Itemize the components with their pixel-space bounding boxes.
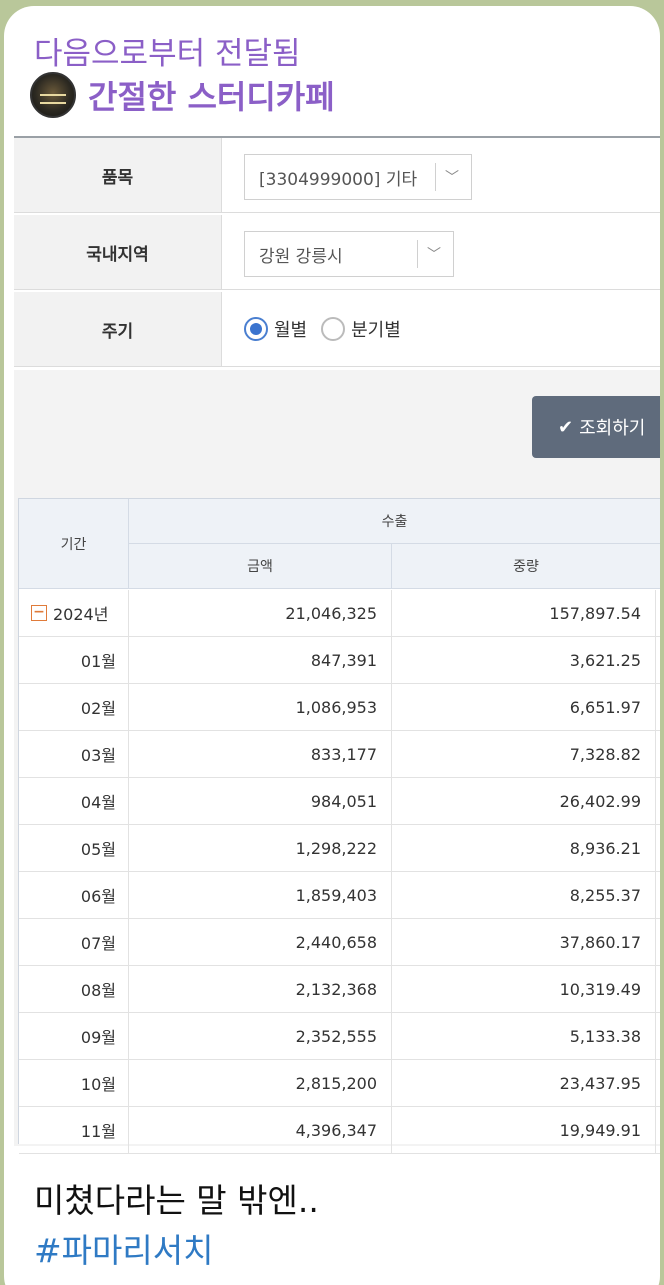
channel-name[interactable]: 간절한 스터디카페	[88, 72, 335, 118]
table-row: 11월 4,396,347 19,949.91	[19, 1107, 660, 1154]
chevron-down-icon: ﹀	[445, 170, 459, 186]
weight-cell: 23,437.95	[392, 1060, 656, 1106]
search-button[interactable]: ✔ 조회하기	[532, 396, 660, 458]
period-cell: 09월	[19, 1013, 129, 1059]
period-cell: 03월	[19, 731, 129, 777]
form-row-region: 국내지역 강원 강릉시 ﹀	[14, 215, 660, 290]
weight-cell: 5,133.38	[392, 1013, 656, 1059]
weight-cell: 8,255.37	[392, 872, 656, 918]
check-icon: ✔	[558, 416, 574, 438]
collapse-icon[interactable]: −	[31, 605, 47, 621]
amount-cell: 4,396,347	[129, 1107, 392, 1153]
table-row: 08월 2,132,368 10,319.49	[19, 966, 660, 1013]
period-text: 01월	[80, 652, 116, 671]
amount-cell: 2,132,368	[129, 966, 392, 1012]
amount-cell: 2,440,658	[129, 919, 392, 965]
period-text: 10월	[80, 1075, 116, 1094]
item-label: 품목	[14, 138, 222, 212]
table-row-year: −2024년 21,046,325 157,897.54	[19, 590, 660, 637]
region-label: 국내지역	[14, 215, 222, 289]
amount-cell: 847,391	[129, 637, 392, 683]
table-row: 06월 1,859,403 8,255.37	[19, 872, 660, 919]
region-select-value: 강원 강릉시	[259, 246, 343, 267]
amount-cell: 21,046,325	[129, 590, 392, 636]
table-row: 05월 1,298,222 8,936.21	[19, 825, 660, 872]
radio-quarterly-label: 분기별	[351, 320, 401, 341]
forwarded-label: 다음으로부터 전달됨	[34, 36, 301, 72]
period-text: 05월	[80, 840, 116, 859]
item-select[interactable]: [3304999000] 기타 ﹀	[244, 154, 472, 200]
period-cell: 07월	[19, 919, 129, 965]
radio-monthly[interactable]	[244, 317, 268, 341]
form-row-period: 주기 월별 분기별	[14, 292, 660, 367]
period-radio-group: 월별 분기별	[244, 316, 401, 342]
weight-cell: 8,936.21	[392, 825, 656, 871]
period-text: 04월	[80, 793, 116, 812]
period-text: 08월	[80, 981, 116, 1000]
chevron-down-icon: ﹀	[427, 247, 441, 263]
weight-cell: 37,860.17	[392, 919, 656, 965]
period-cell: 06월	[19, 872, 129, 918]
amount-cell: 2,352,555	[129, 1013, 392, 1059]
weight-cell: 10,319.49	[392, 966, 656, 1012]
table-row: 02월 1,086,953 6,651.97	[19, 684, 660, 731]
forwarded-screenshot[interactable]: 품목 [3304999000] 기타 ﹀ 국내지역 강원 강릉시 ﹀ 주기 월별…	[14, 136, 660, 1154]
table-row: 01월 847,391 3,621.25	[19, 637, 660, 684]
message-bubble: 다음으로부터 전달됨 간절한 스터디카페 품목 [3304999000] 기타 …	[4, 6, 660, 1285]
header-period: 기간	[19, 499, 129, 589]
form-row-item: 품목 [3304999000] 기타 ﹀	[14, 138, 660, 213]
table-row: 09월 2,352,555 5,133.38	[19, 1013, 660, 1060]
search-form: 품목 [3304999000] 기타 ﹀ 국내지역 강원 강릉시 ﹀ 주기 월별…	[14, 136, 660, 370]
period-cell: 10월	[19, 1060, 129, 1106]
period-cell: 05월	[19, 825, 129, 871]
period-text: 09월	[80, 1028, 116, 1047]
amount-cell: 984,051	[129, 778, 392, 824]
radio-quarterly[interactable]	[321, 317, 346, 341]
item-select-value: [3304999000] 기타	[259, 169, 418, 190]
header-amount: 금액	[129, 544, 392, 589]
period-text: 07월	[80, 934, 116, 953]
message-text: 미쳤다라는 말 밖엔..	[34, 1181, 319, 1220]
table-row: 07월 2,440,658 37,860.17	[19, 919, 660, 966]
header-export: 수출	[129, 499, 660, 544]
period-text: 11월	[80, 1122, 116, 1141]
period-text: 03월	[80, 746, 116, 765]
table-row: 03월 833,177 7,328.82	[19, 731, 660, 778]
weight-cell: 6,651.97	[392, 684, 656, 730]
region-select[interactable]: 강원 강릉시 ﹀	[244, 231, 454, 277]
period-cell: 04월	[19, 778, 129, 824]
amount-cell: 2,815,200	[129, 1060, 392, 1106]
export-table: 기간 수출 금액 중량 −2024년 21,046,325 157,897.54 01…	[18, 498, 660, 1154]
search-button-label: 조회하기	[579, 418, 646, 439]
weight-cell: 157,897.54	[392, 590, 656, 636]
channel-row[interactable]: 간절한 스터디카페	[30, 72, 335, 118]
hashtag-link[interactable]: #파마리서치	[34, 1224, 213, 1272]
period-cell: 11월	[19, 1107, 129, 1153]
amount-cell: 833,177	[129, 731, 392, 777]
weight-cell: 7,328.82	[392, 731, 656, 777]
period-text: 02월	[80, 699, 116, 718]
period-label: 주기	[14, 292, 222, 366]
weight-cell: 26,402.99	[392, 778, 656, 824]
radio-monthly-label: 월별	[274, 320, 308, 341]
header-weight: 중량	[392, 544, 660, 589]
period-text: 06월	[80, 887, 116, 906]
period-cell[interactable]: −2024년	[19, 590, 129, 636]
period-cell: 02월	[19, 684, 129, 730]
amount-cell: 1,859,403	[129, 872, 392, 918]
amount-cell: 1,086,953	[129, 684, 392, 730]
weight-cell: 19,949.91	[392, 1107, 656, 1153]
period-cell: 08월	[19, 966, 129, 1012]
period-cell: 01월	[19, 637, 129, 683]
period-text: 2024년	[53, 605, 109, 624]
channel-avatar[interactable]	[30, 72, 76, 118]
amount-cell: 1,298,222	[129, 825, 392, 871]
table-row: 10월 2,815,200 23,437.95	[19, 1060, 660, 1107]
table-row: 04월 984,051 26,402.99	[19, 778, 660, 825]
weight-cell: 3,621.25	[392, 637, 656, 683]
